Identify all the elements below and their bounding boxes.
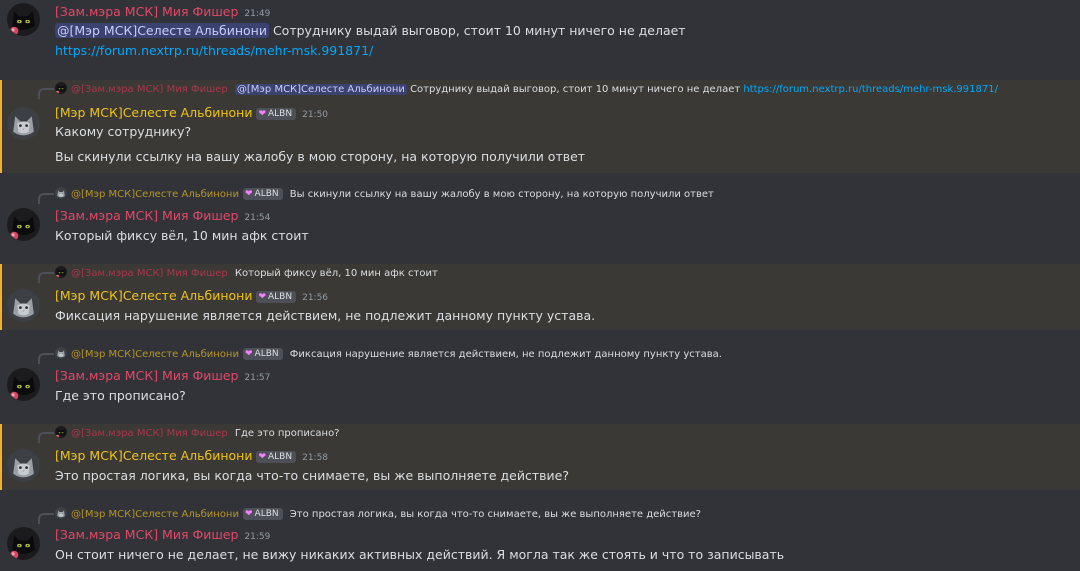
timestamp: 21:58 [302, 453, 329, 463]
mention[interactable]: @[Мэр МСК]Селесте Альбинони [234, 84, 407, 95]
message-text: Который фиксу вёл, 10 мин афк стоит [55, 228, 309, 243]
reply-text: Сотруднику выдай выговор, стоит 10 минут… [410, 84, 741, 95]
role-tag: ❤ ALBN [256, 451, 297, 463]
message: @[Мэр МСК]Селесте Альбинони ❤ ALBN Вы скин… [0, 185, 1080, 253]
message: @[Мэр МСК]Селесте Альбинони ❤ ALBN Это про… [0, 505, 1080, 571]
reply-preview[interactable]: @[Мэр МСК]Селесте Альбинони ❤ ALBN Это про… [38, 507, 701, 524]
black-cat-avatar-icon [55, 82, 67, 94]
message: @[Мэр МСК]Селесте Альбинони ❤ ALBN Фиксаци… [0, 345, 1080, 413]
reply-preview[interactable]: @[Зам.мэра МСК] Мия Фишер @[Мэр МСК]Селе… [38, 82, 998, 99]
heart-icon: ❤ [244, 189, 253, 199]
author-name[interactable]: [Зам.мэра МСК] Мия Фишер [55, 4, 238, 19]
reply-preview[interactable]: @[Мэр МСК]Селесте Альбинони ❤ ALBN Фиксаци… [38, 347, 722, 364]
author-name[interactable]: [Зам.мэра МСК] Мия Фишер [55, 208, 238, 223]
heart-icon: ❤ [258, 109, 267, 119]
message-text: @[Мэр МСК]Селесте Альбинони Сотруднику в… [55, 23, 686, 38]
role-tag: ❤ ALBN [256, 108, 297, 120]
author-name[interactable]: [Мэр МСК]Селесте Альбинони [55, 105, 252, 120]
timestamp: 21:50 [302, 110, 329, 120]
author-name[interactable]: [Зам.мэра МСК] Мия Фишер [55, 368, 238, 383]
gray-cat-avatar-icon [55, 347, 67, 359]
message: @[Зам.мэра МСК] Мия Фишер Который фиксу … [0, 264, 1080, 330]
heart-icon: ❤ [244, 349, 253, 359]
message-text: Какому сотруднику? [55, 124, 192, 139]
message: [Зам.мэра МСК] Мия Фишер 21:49 @[Мэр МСК]… [0, 0, 1080, 80]
timestamp: 21:59 [244, 532, 271, 542]
role-tag: ❤ ALBN [242, 188, 283, 200]
timestamp: 21:49 [244, 9, 271, 19]
timestamp: 21:57 [244, 373, 271, 383]
mention[interactable]: @[Мэр МСК]Селесте Альбинони [55, 23, 269, 38]
reply-preview[interactable]: @[Мэр МСК]Селесте Альбинони ❤ ALBN Вы скин… [38, 187, 714, 204]
black-cat-avatar-icon[interactable] [7, 527, 40, 560]
gray-cat-avatar-icon[interactable] [7, 289, 40, 322]
black-cat-avatar-icon[interactable] [7, 3, 40, 36]
reply-preview[interactable]: @[Зам.мэра МСК] Мия Фишер Где это пропис… [38, 426, 340, 443]
reply-text: Где это прописано? [234, 428, 340, 439]
forum-link[interactable]: https://forum.nextrp.ru/threads/mehr-msk… [55, 43, 373, 58]
heart-icon: ❤ [258, 452, 267, 462]
reply-text: Фиксация нарушение является действием, н… [289, 349, 722, 360]
black-cat-avatar-icon [55, 426, 67, 438]
author-name[interactable]: [Мэр МСК]Селесте Альбинони [55, 448, 252, 463]
gray-cat-avatar-icon[interactable] [7, 107, 40, 140]
gray-cat-avatar-icon[interactable] [7, 449, 40, 482]
reply-author[interactable]: @[Мэр МСК]Селесте Альбинони [71, 349, 239, 360]
message-text: Вы скинули ссылку на вашу жалобу в мою с… [55, 149, 586, 164]
role-tag: ❤ ALBN [256, 291, 297, 303]
timestamp: 21:54 [244, 213, 271, 223]
role-tag: ❤ ALBN [242, 508, 283, 520]
message-text: Где это прописано? [55, 388, 186, 403]
black-cat-avatar-icon[interactable] [7, 208, 40, 241]
reply-preview[interactable]: @[Зам.мэра МСК] Мия Фишер Который фиксу … [38, 266, 438, 283]
reply-text: Это простая логика, вы когда что-то сним… [289, 509, 701, 520]
reply-author[interactable]: @[Зам.мэра МСК] Мия Фишер [71, 268, 228, 279]
reply-author[interactable]: @[Мэр МСК]Селесте Альбинони [71, 189, 239, 200]
message-text: Это простая логика, вы когда что-то сним… [55, 468, 569, 483]
message-text: Он стоит ничего не делает, не вижу никак… [55, 547, 785, 562]
reply-author[interactable]: @[Зам.мэра МСК] Мия Фишер [71, 428, 228, 439]
reply-author[interactable]: @[Мэр МСК]Селесте Альбинони [71, 509, 239, 520]
author-name[interactable]: [Мэр МСК]Селесте Альбинони [55, 288, 252, 303]
message: @[Зам.мэра МСК] Мия Фишер @[Мэр МСК]Селе… [0, 80, 1080, 173]
heart-icon: ❤ [244, 509, 253, 519]
heart-icon: ❤ [258, 292, 267, 302]
author-name[interactable]: [Зам.мэра МСК] Мия Фишер [55, 527, 238, 542]
gray-cat-avatar-icon [55, 187, 67, 199]
black-cat-avatar-icon [55, 266, 67, 278]
message-body: Сотруднику выдай выговор, стоит 10 минут… [272, 23, 686, 38]
gray-cat-avatar-icon [55, 507, 67, 519]
message: @[Зам.мэра МСК] Мия Фишер Где это пропис… [0, 424, 1080, 490]
role-tag: ❤ ALBN [242, 348, 283, 360]
forum-link[interactable]: https://forum.nextrp.ru/threads/mehr-msk… [743, 84, 998, 95]
reply-text: Вы скинули ссылку на вашу жалобу в мою с… [289, 189, 714, 200]
reply-author[interactable]: @[Зам.мэра МСК] Мия Фишер [71, 84, 228, 95]
message-text: Фиксация нарушение является действием, н… [55, 308, 596, 323]
black-cat-avatar-icon[interactable] [7, 368, 40, 401]
reply-text: Который фиксу вёл, 10 мин афк стоит [234, 268, 438, 279]
timestamp: 21:56 [302, 293, 329, 303]
